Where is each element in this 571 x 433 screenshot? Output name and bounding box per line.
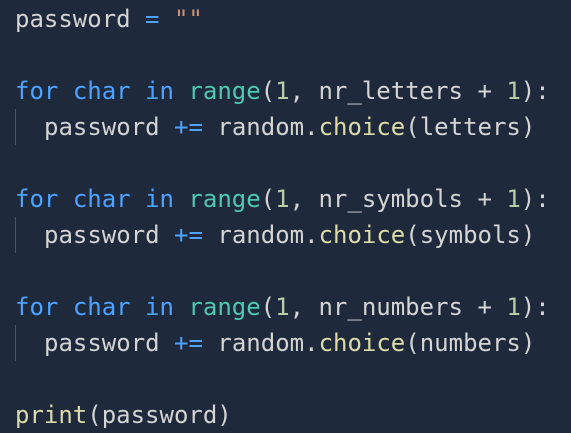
paren-open: ( xyxy=(405,113,420,141)
paren-open: ( xyxy=(260,293,276,321)
number-literal: 1 xyxy=(506,77,521,105)
plus-operator: + xyxy=(477,77,492,105)
augmented-assign-operator: += xyxy=(174,113,203,141)
comma: , xyxy=(289,77,305,105)
code-line-choice-numbers: password += random.choice(numbers) xyxy=(44,325,535,361)
variable-limit: nr_symbols xyxy=(318,185,463,213)
plus-operator: + xyxy=(477,185,492,213)
indent-guide xyxy=(15,109,16,145)
argument: symbols xyxy=(419,221,521,249)
plus-operator: + xyxy=(477,293,492,321)
paren-open: ( xyxy=(87,401,102,429)
code-editor[interactable]: password = "" for char in range(1, nr_le… xyxy=(0,0,571,433)
loop-variable: char xyxy=(72,185,131,213)
paren-close: ) xyxy=(217,401,232,429)
variable-password: password xyxy=(44,221,160,249)
comma: , xyxy=(289,185,305,213)
keyword-for: for xyxy=(15,77,59,105)
number-literal: 1 xyxy=(275,293,290,321)
variable-limit: nr_numbers xyxy=(318,293,463,321)
method-choice: choice xyxy=(318,329,406,357)
number-literal: 1 xyxy=(506,185,521,213)
paren-open: ( xyxy=(405,329,420,357)
keyword-in: in xyxy=(145,77,174,105)
code-line-print: print(password) xyxy=(15,397,232,433)
loop-variable: char xyxy=(72,77,131,105)
code-line-for-numbers: for char in range(1, nr_numbers + 1): xyxy=(15,289,550,325)
module-random: random. xyxy=(217,113,319,141)
builtin-range: range xyxy=(188,185,261,213)
argument: password xyxy=(101,401,218,429)
code-line-choice-symbols: password += random.choice(symbols) xyxy=(44,217,535,253)
argument: numbers xyxy=(419,329,521,357)
assign-operator: = xyxy=(145,5,160,33)
indent-guide xyxy=(15,217,16,253)
comma: , xyxy=(289,293,305,321)
code-line-password-init: password = "" xyxy=(15,1,203,37)
keyword-for: for xyxy=(15,185,59,213)
paren-close: ) xyxy=(520,221,536,249)
builtin-print: print xyxy=(15,401,88,429)
method-choice: choice xyxy=(318,221,406,249)
builtin-range: range xyxy=(188,77,261,105)
keyword-in: in xyxy=(145,185,174,213)
number-literal: 1 xyxy=(275,185,290,213)
paren-close: ): xyxy=(520,293,550,321)
augmented-assign-operator: += xyxy=(174,221,203,249)
paren-close: ): xyxy=(520,77,550,105)
keyword-in: in xyxy=(145,293,174,321)
variable-password: password xyxy=(44,113,160,141)
number-literal: 1 xyxy=(275,77,290,105)
code-line-for-letters: for char in range(1, nr_letters + 1): xyxy=(15,73,550,109)
string-literal: "" xyxy=(173,5,203,33)
paren-open: ( xyxy=(260,185,276,213)
variable-limit: nr_letters xyxy=(318,77,463,105)
builtin-range: range xyxy=(188,293,261,321)
code-line-choice-letters: password += random.choice(letters) xyxy=(44,109,535,145)
keyword-for: for xyxy=(15,293,59,321)
paren-open: ( xyxy=(405,221,420,249)
argument: letters xyxy=(419,113,521,141)
method-choice: choice xyxy=(318,113,406,141)
code-line-for-symbols: for char in range(1, nr_symbols + 1): xyxy=(15,181,550,217)
module-random: random. xyxy=(217,329,319,357)
number-literal: 1 xyxy=(506,293,521,321)
paren-open: ( xyxy=(260,77,276,105)
augmented-assign-operator: += xyxy=(174,329,203,357)
paren-close: ): xyxy=(520,185,550,213)
module-random: random. xyxy=(217,221,319,249)
indent-guide xyxy=(15,325,16,361)
variable-password: password xyxy=(44,329,160,357)
loop-variable: char xyxy=(72,293,131,321)
paren-close: ) xyxy=(520,329,536,357)
variable-password: password xyxy=(15,5,131,33)
paren-close: ) xyxy=(520,113,536,141)
